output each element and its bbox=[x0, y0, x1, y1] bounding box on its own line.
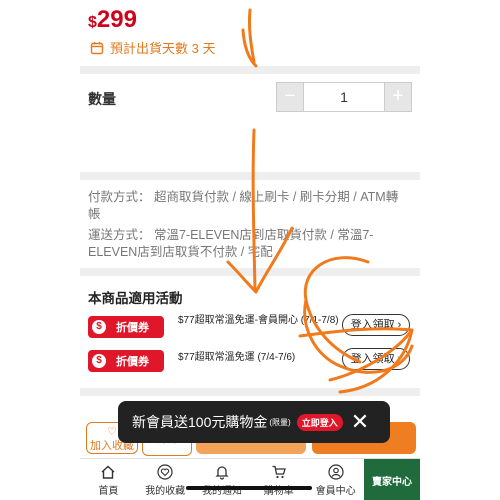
coupon-icon: $ bbox=[92, 354, 106, 368]
nav-seller-center[interactable]: 賣家中心 bbox=[363, 459, 420, 500]
home-icon bbox=[101, 465, 115, 479]
coupon-icon: $ bbox=[92, 320, 106, 334]
close-icon[interactable]: ✕ bbox=[351, 411, 369, 433]
calendar-icon bbox=[90, 41, 104, 54]
quantity-plus-button[interactable]: + bbox=[385, 83, 411, 111]
price: $299 bbox=[88, 6, 137, 34]
shipping-methods: 運送方式： 常溫7-ELEVEN店到店取貨付款 / 常溫7-ELEVEN店到店取… bbox=[88, 228, 374, 259]
heart-icon bbox=[157, 463, 173, 480]
payment-methods: 付款方式： 超商取貨付款 / 線上刷卡 / 刷卡分期 / ATM轉帳 bbox=[88, 190, 399, 221]
nav-cart[interactable]: 購物車 bbox=[250, 459, 307, 500]
login-claim-button[interactable]: 登入領取 › bbox=[342, 348, 410, 370]
signup-toast: 新會員送100元購物金 (限量) 立即登入 ✕ bbox=[118, 401, 390, 443]
toast-limited: (限量) bbox=[269, 417, 291, 427]
promotion-item: $ 折價券 $77超取常溫免運 (7/4-7/6) 登入領取 › bbox=[88, 348, 416, 376]
nav-home[interactable]: 首頁 bbox=[80, 459, 137, 500]
bottom-nav: 首頁 我的收藏 我的通知 購物車 會員中心 賣家中心 bbox=[80, 458, 420, 500]
quantity-input[interactable]: 1 bbox=[303, 83, 385, 111]
coupon-badge: $ 折價券 bbox=[88, 350, 164, 372]
user-icon bbox=[327, 463, 344, 480]
bell-icon bbox=[215, 465, 229, 480]
nav-member[interactable]: 會員中心 bbox=[307, 459, 364, 500]
promotion-description: $77超取常溫免運-會員開心 (7/1-7/8) bbox=[178, 315, 339, 326]
price-currency: $ bbox=[88, 14, 97, 31]
shipping-estimate: 預計出貨天數 3 天 bbox=[90, 38, 215, 57]
promotions-title: 本商品適用活動 bbox=[88, 291, 183, 306]
toast-text: 新會員送100元購物金 bbox=[132, 414, 268, 430]
quantity-stepper: − 1 + bbox=[276, 82, 412, 112]
section-divider bbox=[80, 268, 420, 276]
section-divider bbox=[80, 388, 420, 396]
quantity-minus-button[interactable]: − bbox=[277, 83, 303, 111]
quantity-label: 數量 bbox=[88, 91, 116, 107]
nav-notifications[interactable]: 我的通知 bbox=[194, 459, 251, 500]
promotion-item: $ 折價券 $77超取常溫免運-會員開心 (7/1-7/8) 登入領取 › bbox=[88, 314, 416, 342]
toast-login-button[interactable]: 立即登入 bbox=[296, 413, 343, 431]
coupon-badge: $ 折價券 bbox=[88, 316, 164, 338]
promotion-description: $77超取常溫免運 (7/4-7/6) bbox=[178, 352, 296, 363]
section-divider bbox=[80, 66, 420, 74]
cart-icon bbox=[272, 465, 286, 478]
shipping-estimate-text: 預計出貨天數 3 天 bbox=[110, 41, 216, 56]
home-indicator bbox=[186, 486, 312, 490]
price-value: 299 bbox=[96, 6, 137, 33]
nav-favorites[interactable]: 我的收藏 bbox=[137, 459, 194, 500]
login-claim-button[interactable]: 登入領取 › bbox=[342, 314, 410, 336]
section-divider bbox=[80, 172, 420, 180]
